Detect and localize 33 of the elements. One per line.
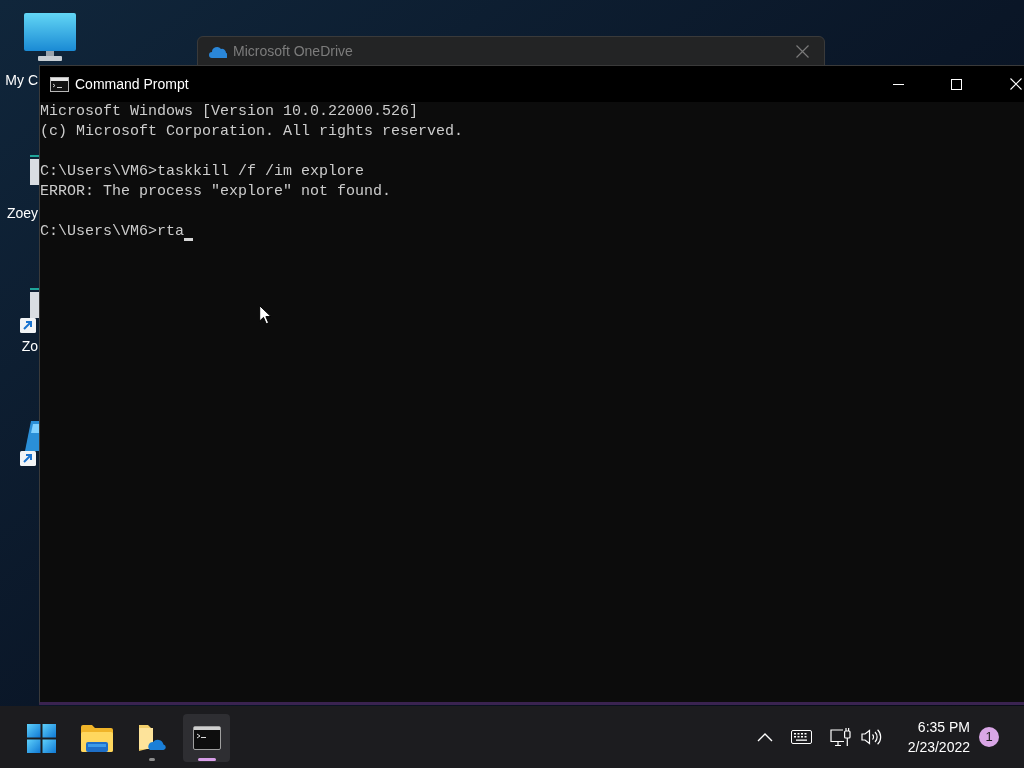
app-icon[interactable] (30, 155, 39, 185)
taskbar-app[interactable] (183, 714, 230, 762)
shortcut-icon[interactable] (20, 288, 39, 333)
window-title: Command Prompt (75, 74, 189, 94)
cloud-folder-icon (137, 724, 166, 752)
maximize-icon (950, 78, 962, 90)
terminal-line: (c) Microsoft Corporation. All rights reserved. (40, 122, 464, 142)
clock-button[interactable]: 6:35 PM 2/23/2022 (883, 715, 973, 759)
folder-icon (80, 724, 113, 752)
icon-label: My C (5, 72, 38, 88)
terminal-line: Microsoft Windows [Version 10.0.22000.526] (40, 102, 419, 122)
terminal-line: ERROR: The process "explore" not found. (40, 182, 392, 202)
wired-network-icon (829, 727, 851, 747)
terminal-icon (192, 726, 221, 750)
mouse-pointer-icon (259, 305, 272, 325)
volume-icon (860, 729, 882, 745)
close-icon (1010, 78, 1022, 90)
terminal-line: C:\Users\VM6>taskkill /f /im explore (40, 162, 365, 182)
icon-label: Zo (21, 338, 38, 354)
computer-icon[interactable] (24, 13, 76, 61)
shortcut-icon[interactable] (20, 421, 39, 466)
terminal-icon (50, 76, 69, 92)
close-icon (795, 45, 809, 58)
text-cursor-icon (184, 238, 194, 241)
minimize-icon (892, 83, 904, 85)
chevron-up-icon (757, 732, 773, 742)
icon-label: Zoey (6, 205, 38, 221)
cloud-icon (209, 45, 227, 58)
prompt-line: C:\Users\VM6>rta (40, 222, 185, 242)
notification-badge[interactable]: 1 (979, 727, 999, 747)
start-icon (27, 723, 56, 753)
keyboard-icon (790, 730, 812, 744)
window-title: Microsoft OneDrive (233, 42, 353, 61)
